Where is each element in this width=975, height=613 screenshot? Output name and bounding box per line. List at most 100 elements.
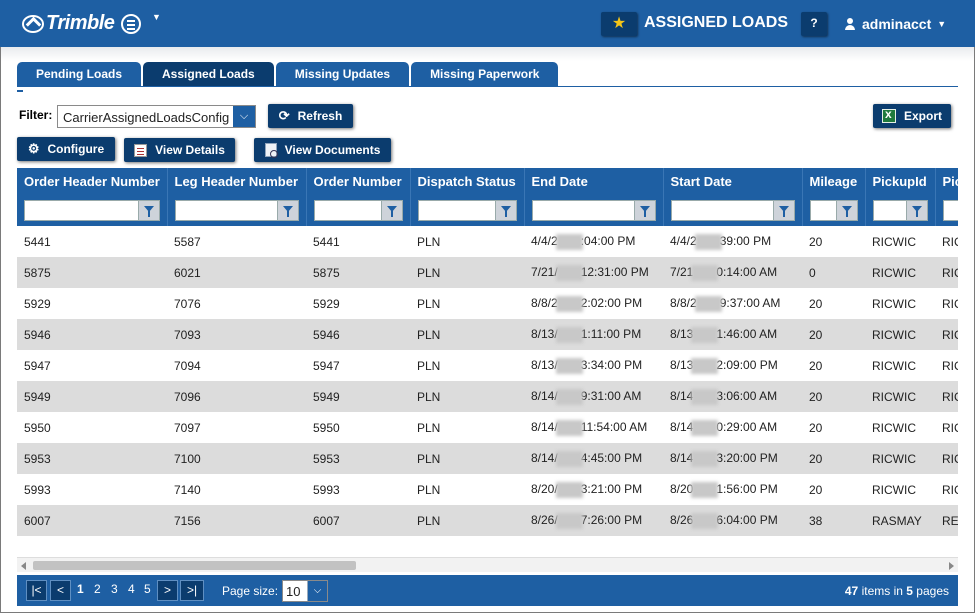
date-prefix: 8/8/2 <box>531 295 558 310</box>
cell-end-date: 8/20/3:21:00 PM <box>524 474 663 505</box>
first-page-button[interactable]: |< <box>26 580 47 601</box>
time-suffix: 7:26:00 PM <box>580 512 643 527</box>
column-header-order-header-number[interactable]: Order Header Number <box>17 168 168 195</box>
cell-leg-header-number: 7156 <box>167 505 306 536</box>
redacted-date <box>691 357 719 374</box>
page-size-select[interactable]: 10 ⌵ <box>282 580 328 602</box>
column-filter-input[interactable] <box>174 200 277 221</box>
horizontal-scrollbar[interactable] <box>17 557 958 572</box>
chevron-down-icon[interactable]: ⌵ <box>233 106 255 127</box>
table-row[interactable]: 5993 7140 5993 PLN 8/20/3:21:00 PM 8/20 1:56:0… <box>17 474 958 505</box>
redacted-date <box>555 512 583 529</box>
view-documents-button[interactable]: View Documents <box>254 138 391 162</box>
filter-funnel-button[interactable] <box>276 200 299 221</box>
column-header-pickup-city[interactable]: PickupCity <box>935 168 958 195</box>
export-button[interactable]: Export <box>873 104 951 128</box>
filter-funnel-button[interactable] <box>905 200 928 221</box>
user-menu[interactable]: adminacct ▼ <box>845 16 946 32</box>
tab-assigned-loads[interactable]: Assigned Loads <box>143 62 274 86</box>
excel-icon <box>881 107 896 123</box>
filter-funnel-icon <box>639 206 650 217</box>
scrollbar-thumb[interactable] <box>33 561 356 570</box>
cell-dispatch-status: PLN <box>410 474 524 505</box>
cell-order-number: 5947 <box>306 350 410 381</box>
table-row[interactable]: 5441 5587 5441 PLN 4/4/2:04:00 PM 4/4/2 39:00 … <box>17 226 958 257</box>
table-row[interactable]: 5875 6021 5875 PLN 7/21/12:31:00 PM 7/21 0:14:… <box>17 257 958 288</box>
table-row[interactable]: 5950 7097 5950 PLN 8/14/11:54:00 AM 8/14 0:29:… <box>17 412 958 443</box>
divider <box>17 90 23 92</box>
redacted-date <box>555 388 583 405</box>
page-number[interactable]: 4 <box>128 582 135 596</box>
filter-dropdown[interactable]: CarrierAssignedLoadsConfig ⌵ <box>57 105 256 128</box>
page-number-current[interactable]: 1 <box>77 582 84 596</box>
column-filter-input[interactable] <box>809 200 836 221</box>
configure-label: Configure <box>47 142 105 156</box>
prev-page-button[interactable]: < <box>50 580 71 601</box>
scroll-left-icon[interactable] <box>21 562 26 570</box>
logo-text: Trimble <box>46 12 115 34</box>
filter-funnel-button[interactable] <box>380 200 403 221</box>
time-suffix: :04:00 PM <box>580 233 636 248</box>
column-filter-input[interactable] <box>670 200 773 221</box>
column-header-leg-header-number[interactable]: Leg Header Number <box>167 168 307 195</box>
column-filter-input[interactable] <box>417 200 495 221</box>
next-page-button[interactable]: > <box>157 580 178 601</box>
column-header-order-number[interactable]: Order Number <box>306 168 411 195</box>
help-button[interactable]: ? <box>801 12 827 36</box>
time-suffix: 3:20:00 PM <box>716 450 778 465</box>
column-header-mileage[interactable]: Mileage <box>802 168 866 195</box>
filter-funnel-button[interactable] <box>835 200 858 221</box>
column-header-dispatch-status[interactable]: Dispatch Status <box>410 168 525 195</box>
filter-funnel-button[interactable] <box>494 200 517 221</box>
tab-missing-updates[interactable]: Missing Updates <box>275 62 410 86</box>
tab-missing-paperwork[interactable]: Missing Paperwork <box>411 62 559 86</box>
table-row[interactable]: 5929 7076 5929 PLN 8/8/2 2:02:00 PM 8/8/2 9:37:… <box>17 288 958 319</box>
favorite-star-button[interactable]: ★ <box>601 12 637 36</box>
header-shadow <box>1 47 974 61</box>
chevron-down-icon[interactable]: ⌵ <box>307 581 327 601</box>
table-row[interactable]: 5947 7094 5947 PLN 8/13/3:34:00 PM 8/13 2:09:0… <box>17 350 958 381</box>
configure-button[interactable]: ⚙ Configure <box>17 137 115 161</box>
hamburger-menu-icon[interactable] <box>121 14 141 34</box>
filter-funnel-icon <box>500 206 511 217</box>
cell-order-header-number: 5441 <box>17 226 167 257</box>
table-row[interactable]: 5953 7100 5953 PLN 8/14/4:45:00 PM 8/14 3:20:0… <box>17 443 958 474</box>
star-icon: ★ <box>611 15 627 32</box>
view-details-button[interactable]: View Details <box>124 138 235 162</box>
column-header-pickup-id[interactable]: PickupId <box>865 168 936 195</box>
column-filter-input[interactable] <box>531 200 634 221</box>
tab-pending-loads[interactable]: Pending Loads <box>17 62 142 86</box>
filter-funnel-icon <box>282 206 293 217</box>
filter-funnel-button[interactable] <box>137 200 160 221</box>
last-page-button[interactable]: >| <box>180 580 204 601</box>
cell-order-number: 5929 <box>306 288 410 319</box>
cell-order-header-number: 5993 <box>17 474 167 505</box>
cell-end-date: 8/26/7:26:00 PM <box>524 505 663 536</box>
redacted-date <box>555 326 583 343</box>
cell-order-number: 5946 <box>306 319 410 350</box>
page-number[interactable]: 5 <box>144 582 151 596</box>
table-row[interactable]: 5946 7093 5946 PLN 8/13/1:11:00 PM 8/13 1:46:0… <box>17 319 958 350</box>
column-header-end-date[interactable]: End Date <box>524 168 664 195</box>
filter-funnel-button[interactable] <box>772 200 795 221</box>
table-row[interactable]: 6007 7156 6007 PLN 8/26/7:26:00 PM 8/26 6:04:0… <box>17 505 958 536</box>
cell-pickup-city: RIC <box>935 288 958 319</box>
column-filter-input[interactable] <box>24 200 138 221</box>
column-filter-input[interactable] <box>872 200 906 221</box>
table-row[interactable]: 5949 7096 5949 PLN 8/14/9:31:00 AM 8/14 3:06:0… <box>17 381 958 412</box>
refresh-button[interactable]: ⟳ Refresh <box>268 104 353 128</box>
cell-leg-header-number: 7140 <box>167 474 306 505</box>
page-number[interactable]: 3 <box>111 582 118 596</box>
refresh-icon: ⟳ <box>278 108 290 123</box>
column-filter-input[interactable] <box>942 200 958 221</box>
chevron-down-icon[interactable]: ▼ <box>152 12 161 22</box>
scroll-right-icon[interactable] <box>949 562 954 570</box>
cell-mileage: 0 <box>802 257 865 288</box>
page-number[interactable]: 2 <box>94 582 101 596</box>
column-header-start-date[interactable]: Start Date <box>663 168 803 195</box>
cell-start-date: 8/20 1:56:00 PM <box>663 474 802 505</box>
filter-funnel-button[interactable] <box>633 200 656 221</box>
filter-cell <box>802 195 866 226</box>
column-filter-input[interactable] <box>313 200 381 221</box>
trimble-logo[interactable]: Trimble <box>22 12 115 35</box>
